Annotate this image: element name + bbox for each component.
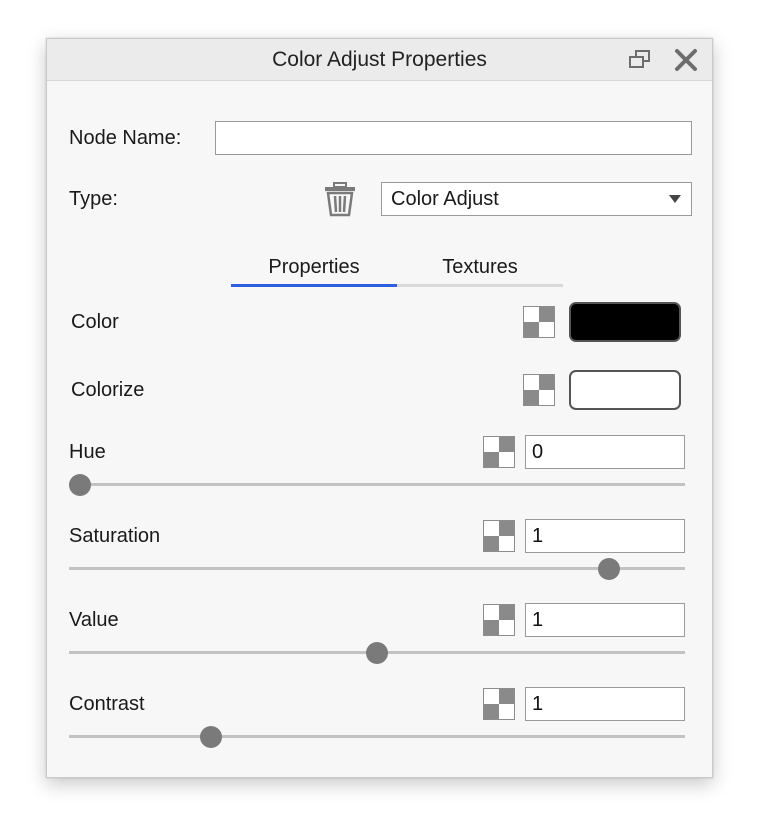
hue-texture-toggle[interactable]: [483, 436, 515, 468]
checker-cell: [539, 375, 554, 390]
tab-properties[interactable]: Properties: [231, 251, 397, 287]
checker-cell: [524, 322, 539, 337]
checker-cell: [484, 704, 499, 719]
window-title: Color Adjust Properties: [272, 48, 487, 71]
properties-window: Color Adjust Properties Node Name: Type:…: [46, 38, 713, 778]
saturation-slider-thumb[interactable]: [597, 558, 620, 580]
value-texture-toggle[interactable]: [483, 604, 515, 636]
colorize-swatch[interactable]: [569, 370, 681, 410]
contrast-slider-track[interactable]: [69, 735, 685, 738]
color-texture-toggle[interactable]: [523, 306, 555, 338]
checker-cell: [484, 536, 499, 551]
checker-cell: [539, 322, 554, 337]
checker-cell: [524, 375, 539, 390]
saturation-texture-toggle[interactable]: [483, 520, 515, 552]
contrast-value-input[interactable]: [525, 687, 685, 721]
checker-cell: [499, 521, 514, 536]
restore-window-icon[interactable]: [627, 47, 653, 73]
checker-cell: [499, 452, 514, 467]
checker-cell: [484, 437, 499, 452]
checker-cell: [499, 437, 514, 452]
checker-cell: [499, 620, 514, 635]
type-select[interactable]: Color Adjust: [381, 182, 692, 216]
checker-cell: [539, 307, 554, 322]
checker-cell: [524, 307, 539, 322]
checker-cell: [484, 452, 499, 467]
node-name-label: Node Name:: [69, 127, 182, 149]
checker-cell: [484, 620, 499, 635]
color-swatch[interactable]: [569, 302, 681, 342]
node-name-input[interactable]: [215, 121, 692, 155]
type-select-value: Color Adjust: [391, 188, 499, 210]
contrast-slider-thumb[interactable]: [199, 726, 222, 748]
checker-cell: [484, 521, 499, 536]
color-label: Color: [71, 311, 119, 333]
colorize-label: Colorize: [71, 379, 145, 401]
hue-slider-thumb[interactable]: [69, 474, 91, 496]
title-bar[interactable]: Color Adjust Properties: [47, 39, 712, 81]
close-icon[interactable]: [673, 47, 699, 73]
checker-cell: [499, 704, 514, 719]
tab-textures[interactable]: Textures: [397, 251, 563, 287]
chevron-down-icon: [669, 195, 681, 203]
checker-cell: [484, 605, 499, 620]
colorize-texture-toggle[interactable]: [523, 374, 555, 406]
checker-cell: [539, 390, 554, 405]
checker-cell: [524, 390, 539, 405]
value-label: Value: [69, 609, 119, 631]
value-value-input[interactable]: [525, 603, 685, 637]
saturation-value-input[interactable]: [525, 519, 685, 553]
checker-cell: [484, 689, 499, 704]
hue-label: Hue: [69, 441, 106, 463]
hue-slider-track[interactable]: [69, 483, 685, 486]
checker-cell: [499, 605, 514, 620]
type-label: Type:: [69, 188, 118, 210]
checker-cell: [499, 536, 514, 551]
checker-cell: [499, 689, 514, 704]
saturation-slider-track[interactable]: [69, 567, 685, 570]
active-tab-indicator: [231, 284, 397, 287]
value-slider-thumb[interactable]: [366, 642, 388, 664]
contrast-texture-toggle[interactable]: [483, 688, 515, 720]
hue-value-input[interactable]: [525, 435, 685, 469]
saturation-label: Saturation: [69, 525, 161, 547]
contrast-label: Contrast: [69, 693, 145, 715]
trash-icon[interactable]: [323, 181, 357, 217]
